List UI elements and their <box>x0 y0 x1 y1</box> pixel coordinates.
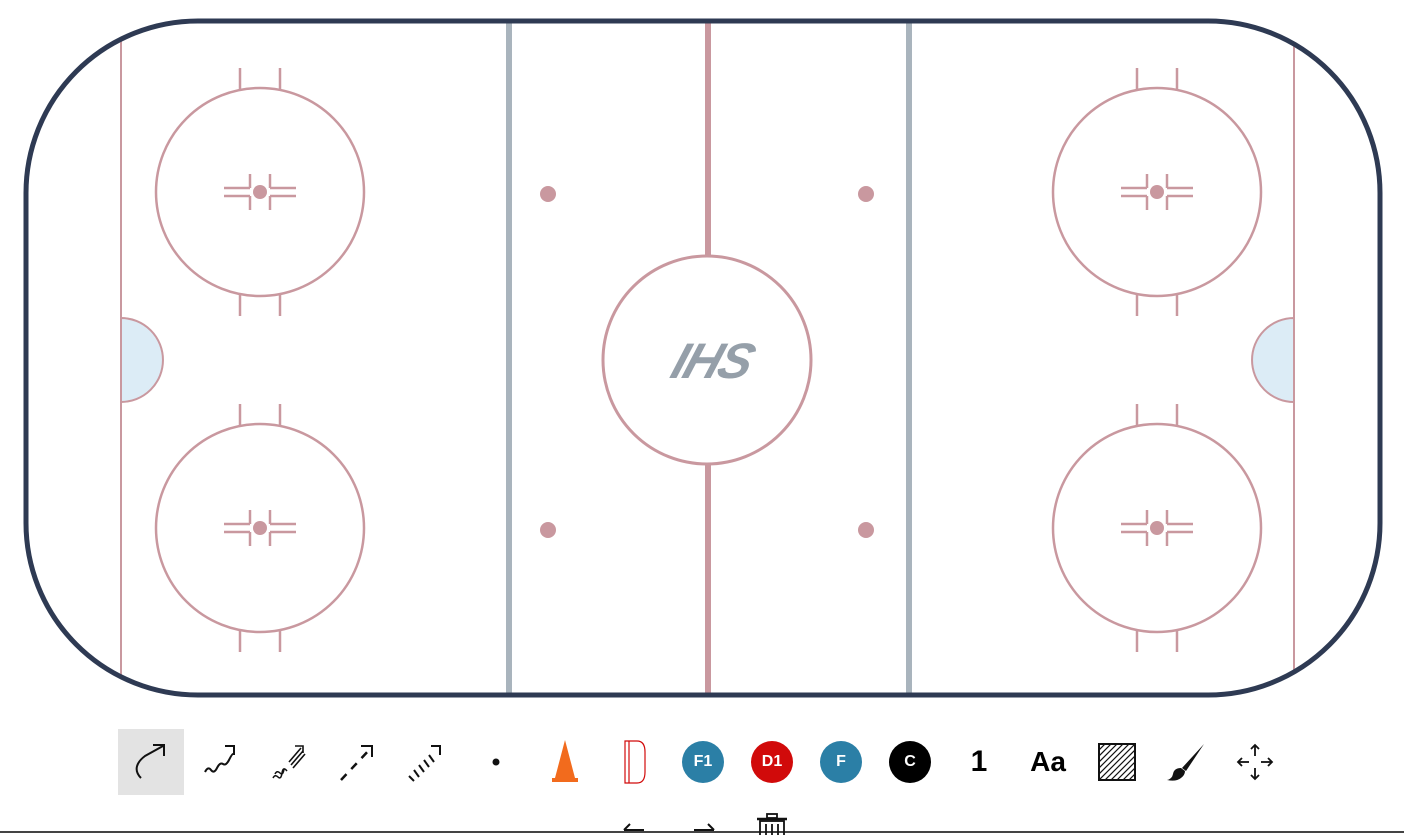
backward-skate-tool[interactable] <box>256 729 322 795</box>
player-token: F <box>820 741 862 783</box>
text-tool[interactable]: Aa <box>1015 729 1081 795</box>
faceoff-dot <box>253 185 267 199</box>
number-tool[interactable]: 1 <box>946 729 1012 795</box>
trash-icon <box>757 813 787 835</box>
faceoff-dot <box>253 521 267 535</box>
rink-canvas[interactable]: IHS <box>0 0 1404 710</box>
net-icon <box>624 740 646 784</box>
skate-with-puck-tool[interactable] <box>188 729 254 795</box>
defense-numbered-tool[interactable]: D1 <box>739 729 805 795</box>
curved-arrow-icon <box>135 744 165 779</box>
hatched-arrow-icon <box>408 745 441 782</box>
skate-line-tool[interactable] <box>118 729 184 795</box>
cone-icon <box>552 740 578 782</box>
wavy-double-line-arrow-icon <box>272 745 306 779</box>
move-arrows-icon <box>1236 743 1274 781</box>
forward-tool[interactable]: F <box>808 729 874 795</box>
neutral-dot <box>858 522 874 538</box>
move-tool[interactable] <box>1222 729 1288 795</box>
shot-tool[interactable] <box>392 729 458 795</box>
dashed-arrow-icon <box>340 745 373 781</box>
neutral-dot <box>540 186 556 202</box>
coach-tool[interactable]: C <box>877 729 943 795</box>
player-token: C <box>889 741 931 783</box>
number-label: 1 <box>970 745 988 778</box>
faceoff-dot <box>1150 185 1164 199</box>
redo-arrow-icon <box>694 823 715 831</box>
area-tool[interactable] <box>1084 729 1150 795</box>
faceoff-dot <box>1150 521 1164 535</box>
dot-icon <box>492 758 500 766</box>
puck-tool[interactable] <box>463 729 529 795</box>
undo-button[interactable] <box>620 812 648 835</box>
forward-numbered-tool[interactable]: F1 <box>670 729 736 795</box>
player-token: F1 <box>682 741 724 783</box>
brush-icon <box>1167 744 1204 781</box>
pass-tool[interactable] <box>324 729 390 795</box>
cone-tool[interactable] <box>532 729 598 795</box>
undo-arrow-icon <box>623 823 644 831</box>
player-token: D1 <box>751 741 793 783</box>
redo-button[interactable] <box>690 812 718 835</box>
text-label: Aa <box>1030 746 1066 777</box>
neutral-dot <box>858 186 874 202</box>
clear-button[interactable] <box>754 812 790 835</box>
neutral-dot <box>540 522 556 538</box>
hatched-square-icon <box>1098 743 1136 781</box>
freehand-tool[interactable] <box>1153 729 1219 795</box>
net-tool[interactable] <box>601 729 667 795</box>
wavy-arrow-icon <box>204 745 235 773</box>
